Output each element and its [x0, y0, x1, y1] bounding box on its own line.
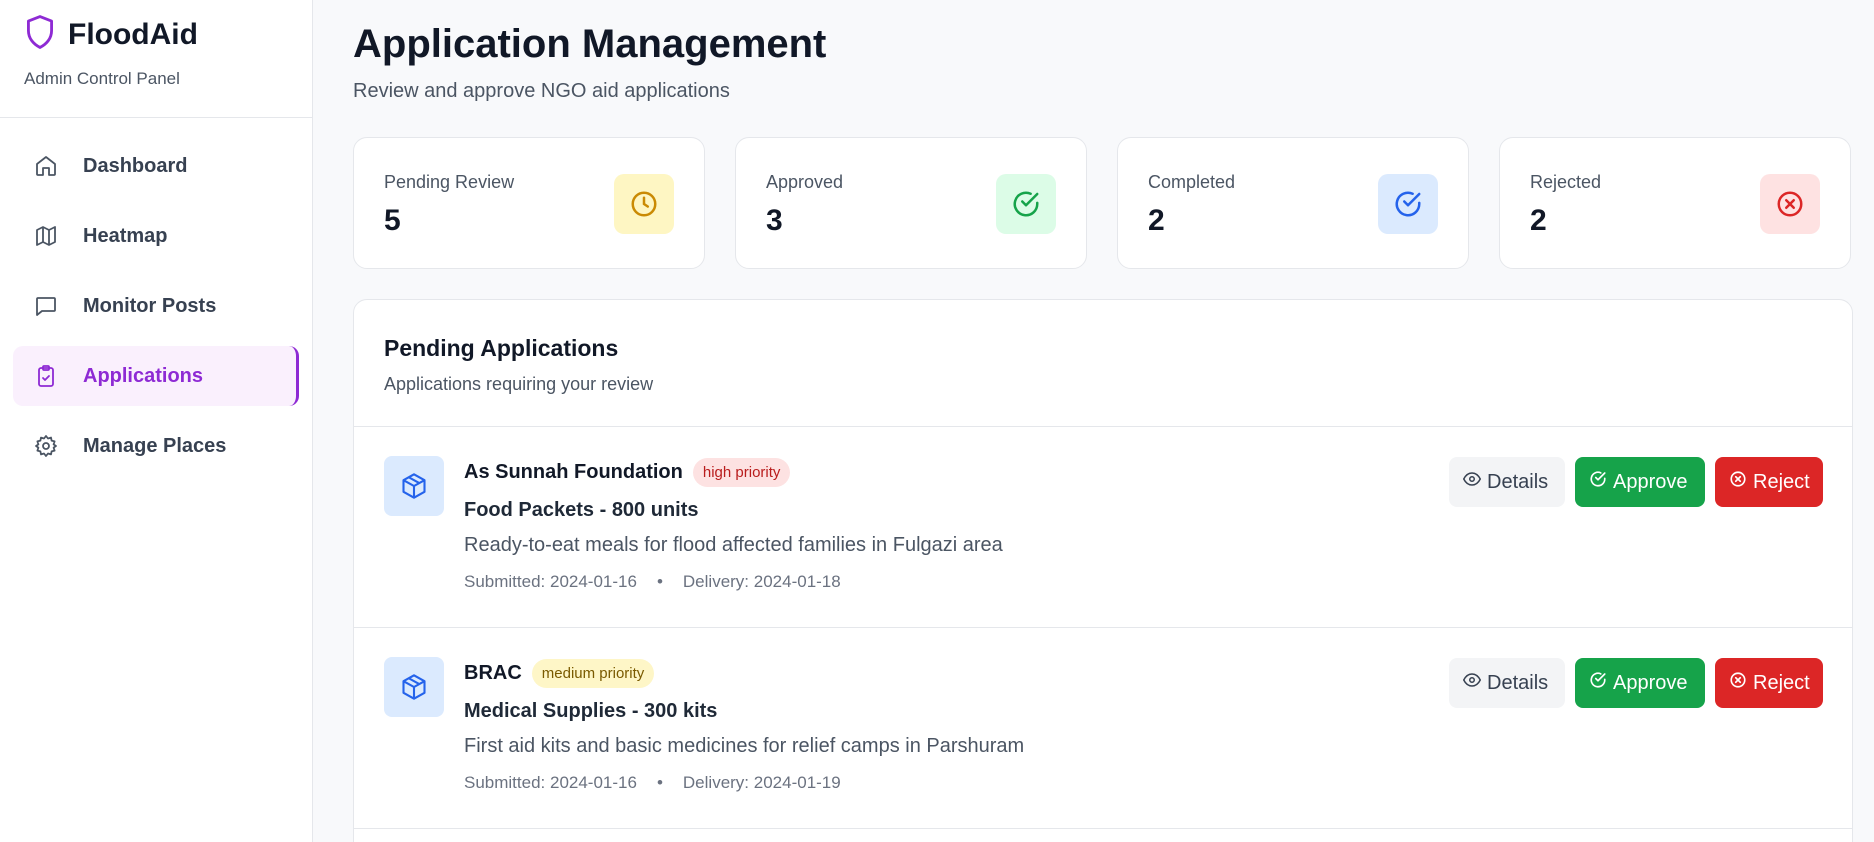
- brand-subtitle: Admin Control Panel: [24, 69, 180, 88]
- meta-separator: •: [656, 572, 663, 591]
- button-label: Approve: [1613, 470, 1688, 493]
- priority-badge: medium priority: [531, 658, 655, 688]
- brand: FloodAid Admin Control Panel: [0, 0, 312, 118]
- button-label: Details: [1487, 671, 1549, 694]
- button-label: Reject: [1753, 671, 1810, 694]
- submitted-date: Submitted: 2024-01-16: [464, 773, 637, 792]
- package-icon: [384, 657, 444, 717]
- stat-card-pending: Pending Review 5: [353, 137, 705, 269]
- sidebar-item-applications[interactable]: Applications: [13, 346, 299, 406]
- reject-button[interactable]: Reject: [1715, 457, 1823, 507]
- brand-name: FloodAid: [68, 17, 198, 51]
- gear-icon: [33, 433, 59, 459]
- package-icon: [384, 456, 444, 516]
- stat-value: 3: [766, 204, 783, 237]
- panel-subtitle: Applications requiring your review: [384, 374, 654, 394]
- stat-value: 2: [1148, 204, 1165, 237]
- button-label: Details: [1487, 470, 1549, 493]
- page-title: Application Management: [353, 22, 827, 66]
- stat-label: Completed: [1148, 172, 1236, 192]
- stat-label: Approved: [766, 172, 844, 192]
- check-circle-icon: [996, 174, 1056, 234]
- application-row: BRAC medium priority Medical Supplies - …: [354, 628, 1852, 829]
- application-row: As Sunnah Foundation high priority Food …: [354, 427, 1852, 628]
- delivery-date: Delivery: 2024-01-19: [682, 773, 841, 792]
- stat-card-approved: Approved 3: [735, 137, 1087, 269]
- sidebar-item-label: Dashboard: [83, 154, 188, 177]
- application-body: As Sunnah Foundation high priority Food …: [464, 457, 1003, 592]
- sidebar-item-monitor-posts[interactable]: Monitor Posts: [13, 276, 299, 336]
- stat-card-completed: Completed 2: [1117, 137, 1469, 269]
- stat-card-rejected: Rejected 2: [1499, 137, 1851, 269]
- application-actions: Details Approve Reject: [1449, 457, 1823, 507]
- button-label: Reject: [1753, 470, 1810, 493]
- panel-header: Pending Applications Applications requir…: [354, 300, 1852, 427]
- sidebar-item-label: Monitor Posts: [83, 294, 217, 317]
- sidebar-item-heatmap[interactable]: Heatmap: [13, 206, 299, 266]
- delivery-date: Delivery: 2024-01-18: [682, 572, 841, 591]
- stat-value: 5: [384, 204, 401, 237]
- reject-button[interactable]: Reject: [1715, 658, 1823, 708]
- sidebar-item-label: Manage Places: [83, 434, 227, 457]
- panel-title: Pending Applications: [384, 335, 619, 361]
- map-icon: [33, 223, 59, 249]
- button-label: Approve: [1613, 671, 1688, 694]
- x-circle-icon: [1729, 470, 1747, 494]
- message-square-icon: [33, 293, 59, 319]
- x-circle-icon: [1760, 174, 1820, 234]
- application-meta: Submitted: 2024-01-16 • Delivery: 2024-0…: [464, 773, 1024, 793]
- application-actions: Details Approve Reject: [1449, 658, 1823, 708]
- page-subtitle: Review and approve NGO aid applications: [353, 80, 730, 102]
- stat-value: 2: [1530, 204, 1547, 237]
- submitted-date: Submitted: 2024-01-16: [464, 572, 637, 591]
- sidebar-item-dashboard[interactable]: Dashboard: [13, 136, 299, 196]
- check-circle-icon: [1589, 671, 1607, 695]
- clipboard-check-icon: [33, 363, 59, 389]
- stat-label: Pending Review: [384, 172, 515, 192]
- application-description: First aid kits and basic medicines for r…: [464, 735, 1025, 757]
- application-meta: Submitted: 2024-01-16 • Delivery: 2024-0…: [464, 572, 1003, 592]
- home-icon: [33, 153, 59, 179]
- approve-button[interactable]: Approve: [1575, 658, 1705, 708]
- eye-icon: [1462, 671, 1482, 695]
- sidebar: FloodAid Admin Control Panel Dashboard H…: [0, 0, 313, 842]
- check-circle-icon: [1378, 174, 1438, 234]
- sidebar-nav: Dashboard Heatmap Monitor Posts Applicat…: [0, 118, 312, 476]
- details-button[interactable]: Details: [1449, 457, 1565, 507]
- priority-badge: high priority: [692, 457, 791, 487]
- sidebar-item-label: Heatmap: [83, 224, 168, 247]
- application-item: Medical Supplies - 300 kits: [464, 700, 718, 722]
- sidebar-item-manage-places[interactable]: Manage Places: [13, 416, 299, 476]
- application-item: Food Packets - 800 units: [464, 499, 699, 521]
- meta-separator: •: [656, 773, 663, 792]
- application-body: BRAC medium priority Medical Supplies - …: [464, 658, 1024, 793]
- organization-name: As Sunnah Foundation: [464, 460, 683, 483]
- clock-icon: [614, 174, 674, 234]
- organization-name: BRAC: [464, 661, 522, 684]
- details-button[interactable]: Details: [1449, 658, 1565, 708]
- x-circle-icon: [1729, 671, 1747, 695]
- sidebar-item-label: Applications: [83, 364, 204, 387]
- stat-label: Rejected: [1530, 172, 1602, 192]
- pending-applications-panel: Pending Applications Applications requir…: [353, 299, 1853, 842]
- approve-button[interactable]: Approve: [1575, 457, 1705, 507]
- application-description: Ready-to-eat meals for flood affected fa…: [464, 534, 1003, 556]
- shield-icon: [24, 14, 56, 55]
- eye-icon: [1462, 470, 1482, 494]
- check-circle-icon: [1589, 470, 1607, 494]
